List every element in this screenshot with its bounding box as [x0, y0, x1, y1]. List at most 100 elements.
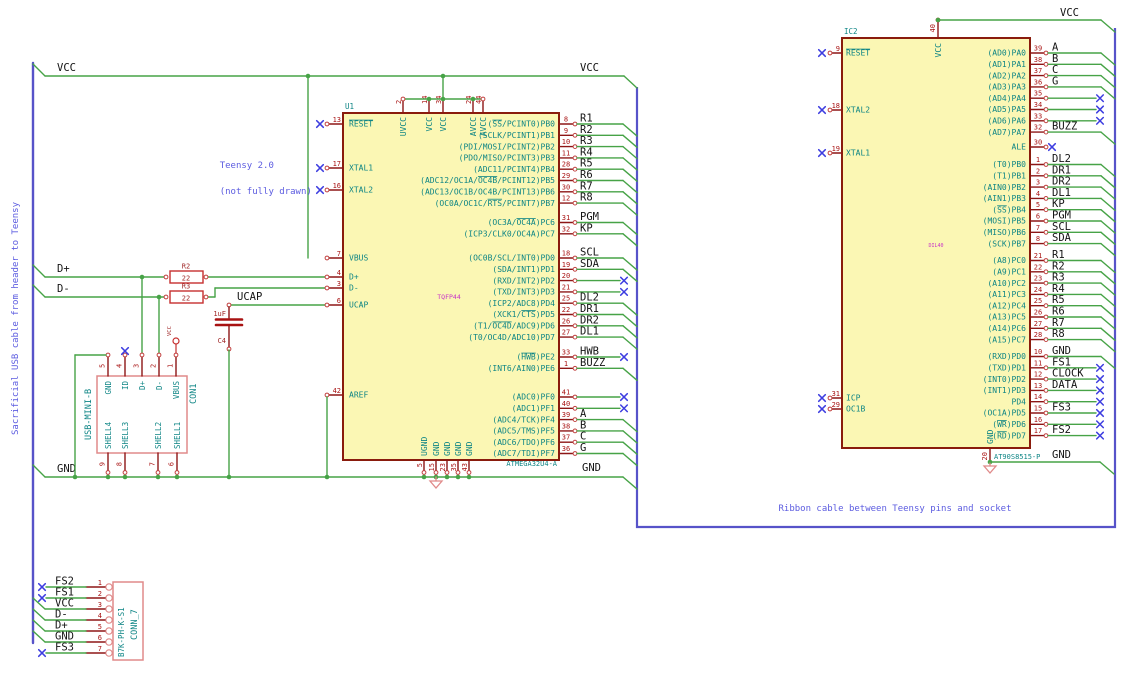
- net-label-GND[interactable]: GND: [1052, 345, 1071, 357]
- net-label-C[interactable]: C: [1052, 64, 1058, 76]
- net-label-FS3[interactable]: FS3: [55, 642, 74, 654]
- net-label-R7[interactable]: R7: [580, 180, 593, 192]
- pin-name: ALE: [1012, 143, 1027, 152]
- net-label-G[interactable]: G: [1052, 75, 1058, 87]
- pin-number: 21: [562, 283, 570, 291]
- net-label-R6[interactable]: R6: [580, 169, 593, 181]
- junction-dot: [139, 274, 145, 280]
- pin-number: 17: [333, 160, 341, 168]
- net-label-DL1[interactable]: DL1: [580, 326, 599, 338]
- net-label-R3[interactable]: R3: [1052, 272, 1065, 284]
- wire: [622, 179, 638, 194]
- net-label-D+[interactable]: D+: [57, 263, 70, 275]
- net-label-KP[interactable]: KP: [580, 222, 593, 234]
- net-label-C[interactable]: C: [580, 431, 586, 443]
- pin-number: 9: [564, 127, 568, 135]
- net-label-PGM[interactable]: PGM: [580, 211, 599, 223]
- wire: [622, 476, 638, 490]
- pin-name: ICP: [846, 394, 861, 403]
- pin-number: 21: [1034, 252, 1042, 260]
- pin-number: 18: [832, 102, 840, 110]
- pin-number: 7: [337, 250, 341, 258]
- net-label-R1[interactable]: R1: [1052, 249, 1065, 261]
- net-label-R2[interactable]: R2: [1052, 260, 1065, 272]
- net-label-DR2[interactable]: DR2: [1052, 176, 1071, 188]
- conn7-pin-circle: [105, 605, 113, 613]
- net-label-DL2[interactable]: DL2: [1052, 153, 1071, 165]
- pin-number: 15: [428, 463, 436, 471]
- pin-name: (OC0B/SCL/INT0)PD0: [468, 254, 555, 263]
- net-label-DATA[interactable]: DATA: [1052, 379, 1078, 391]
- net-label-R5[interactable]: R5: [580, 158, 593, 170]
- wire: [622, 430, 638, 444]
- pin-number: 38: [562, 422, 570, 430]
- net-label-FS2[interactable]: FS2: [1052, 424, 1071, 436]
- pin-name: VBUS: [349, 254, 368, 263]
- net-label-G[interactable]: G: [580, 442, 586, 454]
- net-label-FS3[interactable]: FS3: [1052, 402, 1071, 414]
- pin-name: (ADC11/PCINT4)PB4: [473, 165, 555, 174]
- net-label-FS1[interactable]: FS1: [1052, 356, 1071, 368]
- pin-end-circle: [203, 294, 209, 300]
- net-label-D-[interactable]: D-: [57, 283, 70, 295]
- pin-number: 5: [98, 623, 102, 631]
- net-label-A[interactable]: A: [580, 408, 587, 420]
- pin-name: SHELL1: [173, 422, 182, 449]
- net-label-DL2[interactable]: DL2: [580, 292, 599, 304]
- net-label-DL1[interactable]: DL1: [1052, 187, 1071, 199]
- net-label-BUZZ[interactable]: BUZZ: [580, 357, 605, 369]
- pin-name: (ADC1)PF1: [512, 404, 556, 413]
- pin-number: 14: [1034, 393, 1042, 401]
- junction-dot: [156, 294, 162, 300]
- net-label-SCL[interactable]: SCL: [1052, 221, 1071, 233]
- net-label-R4[interactable]: R4: [580, 146, 593, 158]
- net-label-VCC[interactable]: VCC: [1060, 7, 1079, 19]
- net-label-R7[interactable]: R7: [1052, 317, 1065, 329]
- net-label-B[interactable]: B: [1052, 53, 1058, 65]
- net-label-A[interactable]: A: [1052, 42, 1059, 54]
- net-label-VCC[interactable]: VCC: [580, 62, 599, 74]
- wire: [622, 325, 638, 339]
- net-label-DR2[interactable]: DR2: [580, 314, 599, 326]
- ground-symbol-icon: [982, 465, 998, 474]
- net-label-R1[interactable]: R1: [580, 113, 593, 125]
- net-label-UCAP[interactable]: UCAP: [237, 291, 262, 303]
- wire: [1099, 461, 1115, 475]
- net-label-R2[interactable]: R2: [580, 124, 593, 136]
- pin-name: (AD0)PA0: [987, 49, 1026, 58]
- net-label-R3[interactable]: R3: [580, 135, 593, 147]
- net-label-PGM[interactable]: PGM: [1052, 210, 1071, 222]
- net-label-GND[interactable]: GND: [582, 462, 601, 474]
- pin-number: 34: [1034, 101, 1042, 109]
- pin-name: OC1B: [846, 405, 865, 414]
- pin-number: 12: [1034, 371, 1042, 379]
- net-label-BUZZ[interactable]: BUZZ: [1052, 121, 1077, 133]
- pin-number: 30: [1034, 139, 1042, 147]
- net-label-HWB[interactable]: HWB: [580, 346, 599, 358]
- vcc-power-label: VCC: [167, 326, 173, 336]
- net-label-R6[interactable]: R6: [1052, 306, 1065, 318]
- pin-end-circle: [163, 294, 169, 300]
- net-label-SDA[interactable]: SDA: [580, 258, 600, 270]
- pin-name: (RXD/INT2)PD2: [492, 276, 555, 285]
- wire: [32, 608, 46, 621]
- net-label-CLOCK[interactable]: CLOCK: [1052, 368, 1084, 380]
- pin-name: (ADC12/OC1A/OC4B/PCINT12)PB5: [420, 176, 555, 185]
- net-label-SDA[interactable]: SDA: [1052, 232, 1072, 244]
- wire: [1100, 131, 1116, 145]
- net-label-VCC[interactable]: VCC: [57, 62, 76, 74]
- pin-end-circle: [173, 352, 179, 358]
- net-label-R5[interactable]: R5: [1052, 294, 1065, 306]
- net-label-GND[interactable]: GND: [1052, 449, 1071, 461]
- net-label-R4[interactable]: R4: [1052, 283, 1065, 295]
- net-label-R8[interactable]: R8: [1052, 328, 1065, 340]
- net-label-DR1[interactable]: DR1: [580, 303, 599, 315]
- net-label-KP[interactable]: KP: [1052, 198, 1065, 210]
- net-label-DR1[interactable]: DR1: [1052, 164, 1071, 176]
- pin-name: UCAP: [349, 301, 368, 310]
- net-label-B[interactable]: B: [580, 419, 586, 431]
- net-label-R8[interactable]: R8: [580, 192, 593, 204]
- pin-number: 6: [98, 634, 102, 642]
- net-label-GND[interactable]: GND: [57, 463, 76, 475]
- net-label-SCL[interactable]: SCL: [580, 247, 599, 259]
